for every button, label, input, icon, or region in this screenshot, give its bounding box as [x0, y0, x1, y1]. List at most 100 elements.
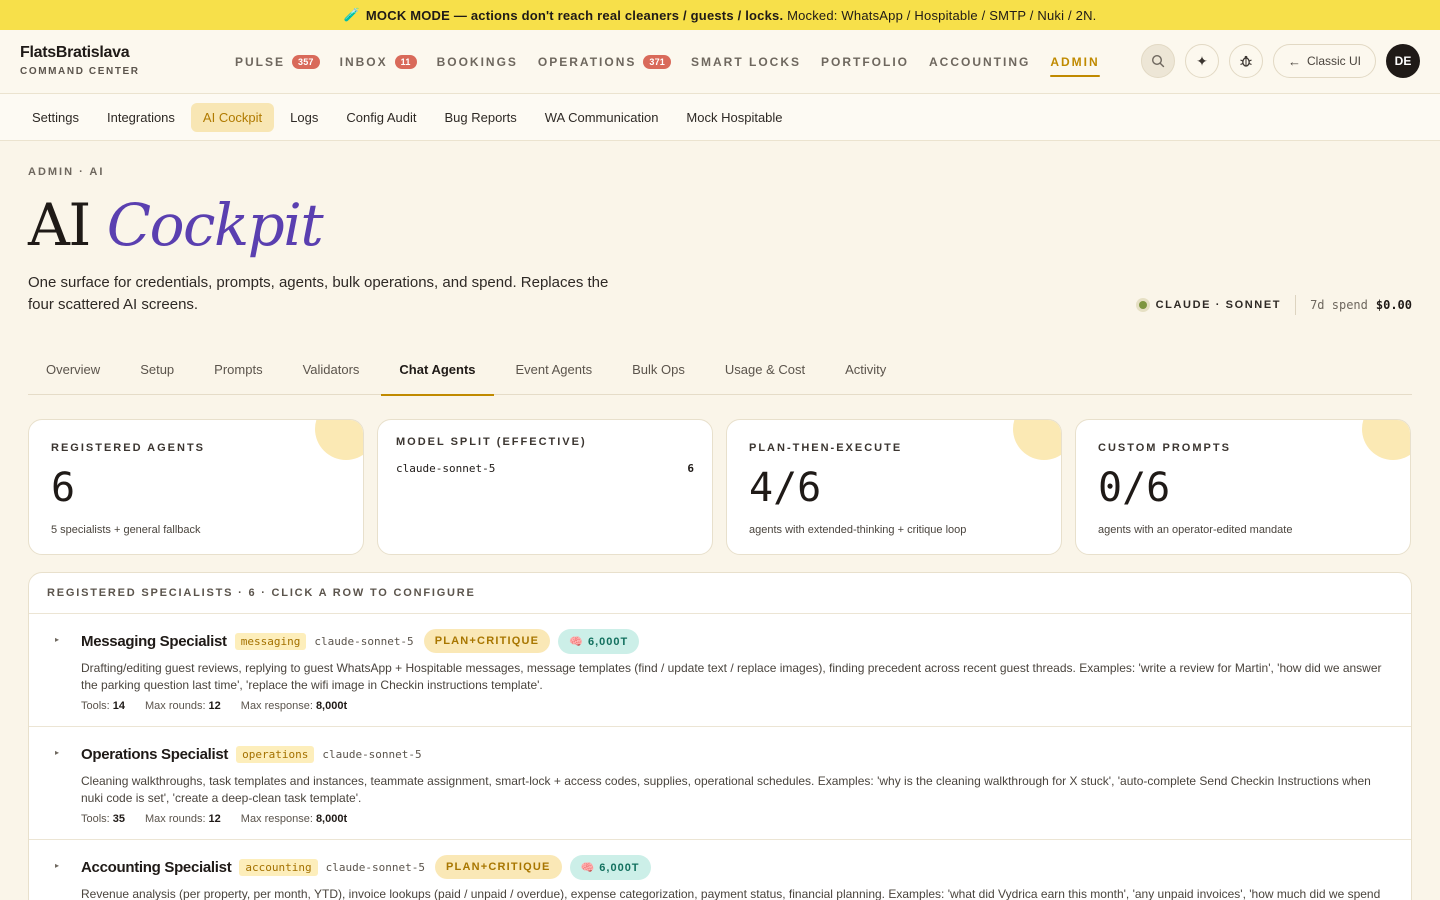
nav-inbox[interactable]: INBOX 11 — [340, 30, 417, 94]
card-label: MODEL SPLIT (EFFECTIVE) — [396, 436, 587, 448]
card-label: PLAN-THEN-EXECUTE — [749, 442, 903, 454]
nav-label: PULSE — [235, 55, 286, 69]
specialist-row-messaging[interactable]: ▸ Messaging Specialist messaging claude-… — [29, 614, 1411, 727]
specialist-model: claude-sonnet-5 — [325, 860, 425, 874]
spend-label: 7d spend — [1310, 298, 1368, 312]
nav-label: SMART LOCKS — [691, 55, 801, 69]
ai-assistant-button[interactable]: ✦ — [1184, 44, 1219, 78]
spend-value: $0.00 — [1375, 298, 1412, 312]
card-note: agents with an operator-edited mandate — [1098, 524, 1293, 536]
page-title-plain: AI — [28, 191, 91, 259]
thinking-budget-value: 6,000T — [587, 635, 629, 648]
sparkle-icon: ✦ — [1196, 52, 1208, 69]
specialist-meta: Tools: 14 Max rounds: 12 Max response: 8,00… — [81, 700, 1389, 712]
specialist-row-operations[interactable]: ▸ Operations Specialist operations claud… — [29, 727, 1411, 840]
nav-smart-locks[interactable]: SMART LOCKS — [691, 30, 801, 94]
specialist-meta: Tools: 35 Max rounds: 12 Max response: 8,00… — [81, 813, 1389, 825]
mock-mode-detail: Mocked: WhatsApp / Hospitable / SMTP / N… — [787, 7, 1097, 23]
tools-count: 35 — [112, 813, 125, 825]
subnav-bug-reports[interactable]: Bug Reports — [432, 103, 528, 132]
brand-subtitle: COMMAND CENTER — [20, 66, 140, 77]
brand[interactable]: FlatsBratislava COMMAND CENTER — [20, 44, 140, 77]
specialist-model: claude-sonnet-5 — [314, 634, 414, 648]
max-response-value: 8,000t — [315, 813, 348, 825]
max-response-value: 8,000t — [315, 700, 348, 712]
plan-critique-badge: PLAN+CRITIQUE — [434, 855, 562, 879]
subnav-mock-hospitable[interactable]: Mock Hospitable — [674, 103, 794, 132]
nav-label: BOOKINGS — [436, 55, 518, 69]
tools-label: Tools: — [81, 813, 110, 825]
subnav-config-audit[interactable]: Config Audit — [334, 103, 428, 132]
tab-prompts[interactable]: Prompts — [196, 348, 280, 395]
card-value: 6 — [51, 465, 76, 511]
main-nav: PULSE 357 INBOX 11 BOOKINGS OPERATIONS 371 … — [235, 30, 1120, 94]
nav-portfolio[interactable]: PORTFOLIO — [821, 30, 909, 94]
subnav-settings[interactable]: Settings — [20, 103, 91, 132]
tab-event-agents[interactable]: Event Agents — [498, 348, 611, 395]
search-icon — [1151, 54, 1165, 68]
card-label: CUSTOM PROMPTS — [1098, 442, 1231, 454]
thinking-budget-badge: 🧠 6,000T — [569, 854, 651, 880]
specialist-description: Drafting/editing guest reviews, replying… — [81, 661, 1382, 692]
caret-right-icon[interactable]: ▸ — [55, 861, 59, 870]
model-split-card: MODEL SPLIT (EFFECTIVE) claude-sonnet-5 … — [377, 419, 713, 555]
bug-report-button[interactable] — [1228, 44, 1263, 78]
specialist-heading: Messaging Specialist messaging claude-so… — [81, 628, 1389, 654]
tab-setup[interactable]: Setup — [122, 348, 192, 395]
nav-badge: 11 — [394, 55, 417, 69]
specialist-description: Cleaning walkthroughs, task templates an… — [81, 774, 1371, 805]
subnav-wa-communication[interactable]: WA Communication — [533, 103, 671, 132]
plan-critique-badge: PLAN+CRITIQUE — [423, 629, 551, 653]
specialist-heading: Operations Specialist operations claude-… — [81, 741, 1389, 767]
mock-mode-title: MOCK MODE — actions don't reach real cle… — [365, 7, 784, 23]
specialists-header: REGISTERED SPECIALISTS · 6 · CLICK A ROW… — [29, 573, 1411, 614]
nav-pulse[interactable]: PULSE 357 — [235, 30, 320, 94]
nav-label: ACCOUNTING — [929, 55, 1031, 69]
subnav-logs[interactable]: Logs — [278, 103, 330, 132]
nav-admin[interactable]: ADMIN — [1050, 30, 1100, 94]
nav-operations[interactable]: OPERATIONS 371 — [538, 30, 671, 94]
model-status: CLAUDE · SONNET 7d spend $0.00 — [1135, 294, 1412, 316]
caret-right-icon[interactable]: ▸ — [55, 635, 59, 644]
card-value: 0/6 — [1098, 465, 1171, 511]
divider — [1295, 295, 1297, 315]
model-split-count: 6 — [687, 462, 694, 475]
page-title: AI Cockpit — [28, 190, 324, 260]
nav-label: INBOX — [339, 55, 388, 69]
nav-label: ADMIN — [1050, 55, 1100, 69]
max-response-label: Max response: — [240, 813, 313, 825]
tab-overview[interactable]: Overview — [28, 348, 118, 395]
nav-badge: 371 — [643, 55, 671, 69]
bug-icon — [1240, 55, 1252, 67]
subnav-integrations[interactable]: Integrations — [95, 103, 187, 132]
model-split-row: claude-sonnet-5 6 — [396, 462, 694, 475]
plan-then-execute-card: PLAN-THEN-EXECUTE 4/6 agents with extend… — [726, 419, 1062, 555]
admin-subnav: Settings Integrations AI Cockpit Logs Co… — [0, 94, 1440, 141]
card-note: 5 specialists + general fallback — [51, 524, 201, 536]
specialist-row-accounting[interactable]: ▸ Accounting Specialist accounting claud… — [29, 840, 1411, 900]
tab-validators[interactable]: Validators — [285, 348, 378, 395]
max-rounds-label: Max rounds: — [145, 813, 206, 825]
test-tube-icon: 🧪 — [343, 7, 360, 22]
specialist-name: Operations Specialist — [81, 745, 229, 763]
active-model-name: CLAUDE · SONNET — [1155, 299, 1282, 311]
tab-chat-agents[interactable]: Chat Agents — [381, 348, 494, 396]
brand-name: FlatsBratislava — [20, 44, 130, 61]
breadcrumb: ADMIN · AI — [28, 166, 105, 178]
subnav-ai-cockpit[interactable]: AI Cockpit — [190, 102, 275, 132]
max-rounds-value: 12 — [208, 700, 221, 712]
arrow-left-icon: ← — [1287, 53, 1301, 69]
avatar[interactable]: DE — [1386, 44, 1420, 78]
tab-usage-cost[interactable]: Usage & Cost — [707, 348, 823, 395]
max-response-label: Max response: — [240, 700, 313, 712]
nav-bookings[interactable]: BOOKINGS — [437, 30, 518, 94]
tab-bulk-ops[interactable]: Bulk Ops — [614, 348, 703, 395]
classic-ui-button[interactable]: ← Classic UI — [1272, 44, 1376, 78]
tab-activity[interactable]: Activity — [827, 348, 904, 395]
page-description: One surface for credentials, prompts, ag… — [28, 274, 609, 313]
nav-accounting[interactable]: ACCOUNTING — [929, 30, 1030, 94]
search-button[interactable] — [1140, 44, 1175, 78]
caret-right-icon[interactable]: ▸ — [55, 748, 59, 757]
card-value: 4/6 — [749, 465, 822, 511]
brain-icon: 🧠 — [569, 635, 584, 648]
